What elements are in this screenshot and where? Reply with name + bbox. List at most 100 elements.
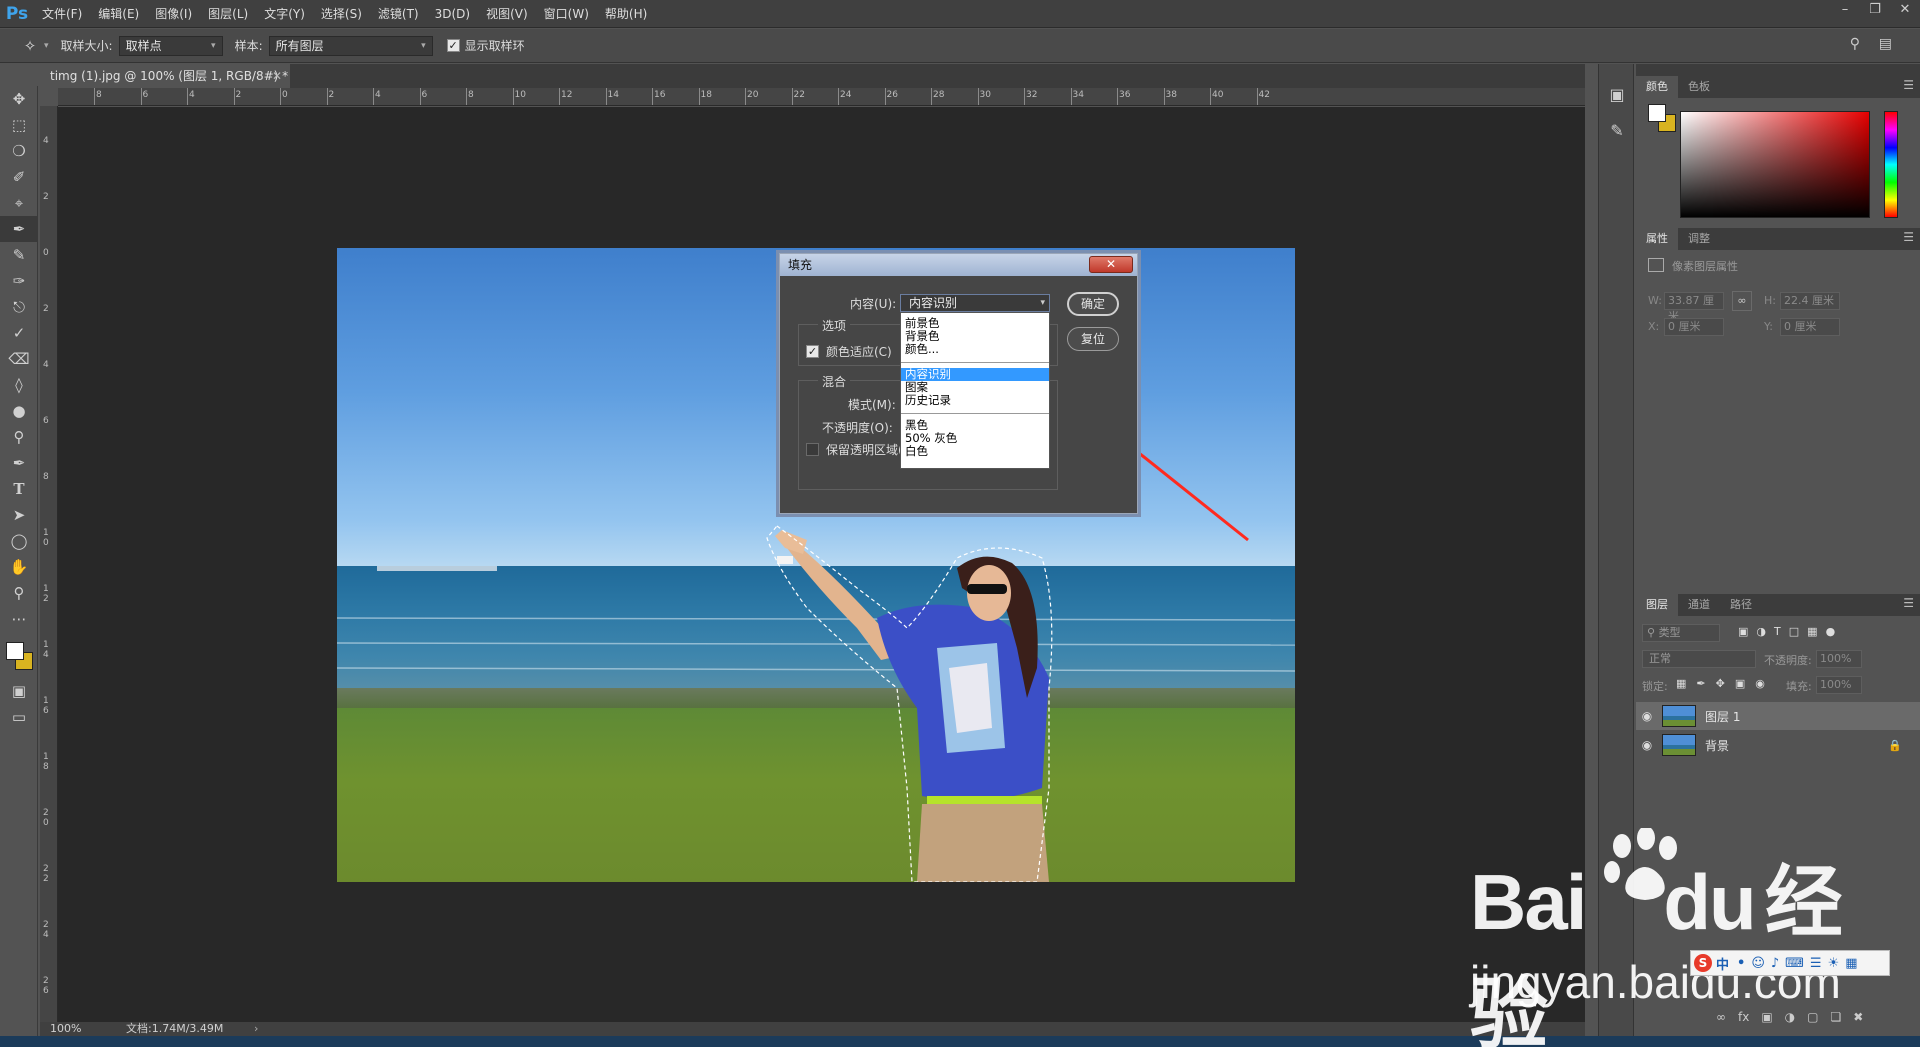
menu-item[interactable]: 图层(L) <box>200 0 256 28</box>
option-color[interactable]: 颜色... <box>901 343 1049 356</box>
panel-menu-icon[interactable]: ☰ <box>1903 596 1914 610</box>
menu-item[interactable]: 窗口(W) <box>536 0 597 28</box>
menu-item[interactable]: 选择(S) <box>313 0 370 28</box>
shape-filter-icon[interactable]: □ <box>1789 625 1799 638</box>
history-panel-icon[interactable]: ▣ <box>1599 76 1635 112</box>
lock-pixels-icon[interactable]: ✒ <box>1696 677 1705 690</box>
paint-bucket-tool-icon[interactable]: ◊ <box>0 372 38 398</box>
eyedropper-preset-icon[interactable]: ✧ <box>16 32 44 60</box>
ok-button[interactable]: 确定 <box>1067 292 1119 316</box>
width-field[interactable]: 33.87 厘米 <box>1664 292 1724 323</box>
tab-properties[interactable]: 属性 <box>1636 228 1678 250</box>
foreground-color-swatch[interactable] <box>6 642 24 660</box>
show-ring-checkbox[interactable]: ✓ <box>446 39 460 52</box>
image-filter-icon[interactable]: ▣ <box>1738 625 1748 638</box>
adjustment-filter-icon[interactable]: ◑ <box>1756 625 1766 638</box>
menu-item[interactable]: 文件(F) <box>34 0 90 28</box>
ellipse-tool-icon[interactable]: ◯ <box>0 528 38 554</box>
panel-menu-icon[interactable]: ☰ <box>1903 78 1914 92</box>
zoom-tool-icon[interactable]: ⚲ <box>0 580 38 606</box>
tab-swatches[interactable]: 色板 <box>1678 76 1720 98</box>
menu-item[interactable]: 帮助(H) <box>597 0 655 28</box>
menu-item[interactable]: 滤镜(T) <box>370 0 427 28</box>
document-tab[interactable]: timg (1).jpg @ 100% (图层 1, RGB/8#) * ✕ <box>40 64 290 88</box>
quick-select-tool-icon[interactable]: ✐ <box>0 164 38 190</box>
tool-presets-icon[interactable]: ✎ <box>1599 112 1635 148</box>
zoom-level[interactable]: 100% <box>50 1022 81 1036</box>
color-adapt-checkbox[interactable]: ✓ <box>806 345 819 358</box>
type-filter-icon[interactable]: T <box>1774 625 1781 638</box>
menu-item[interactable]: 文字(Y) <box>256 0 313 28</box>
color-panel-swatches[interactable] <box>1648 104 1678 134</box>
menu-item[interactable]: 编辑(E) <box>90 0 147 28</box>
fill-field[interactable]: 100% <box>1816 676 1862 694</box>
menu-item[interactable]: 图像(I) <box>147 0 200 28</box>
link-icon[interactable]: ∞ <box>1732 291 1752 311</box>
layer-opacity-field[interactable]: 100% <box>1816 650 1862 668</box>
search-icon[interactable]: ⚲ <box>1850 36 1860 52</box>
brush-tool-icon[interactable]: ✑ <box>0 268 38 294</box>
hand-tool-icon[interactable]: ✋ <box>0 554 38 580</box>
path-select-tool-icon[interactable]: ➤ <box>0 502 38 528</box>
dodge-tool-icon[interactable]: ⚲ <box>0 424 38 450</box>
stamp-tool-icon[interactable]: ⎋ <box>0 294 38 320</box>
dialog-close-button[interactable]: ✕ <box>1089 256 1133 273</box>
workspace-icon[interactable]: ▤ <box>1879 36 1892 52</box>
visibility-icon[interactable]: ◉ <box>1636 738 1658 752</box>
y-field[interactable]: 0 厘米 <box>1780 318 1840 336</box>
height-field[interactable]: 22.4 厘米 <box>1780 292 1840 310</box>
ime-toolbar[interactable]: S 中 •☺♪⌨☰☀▦ <box>1690 950 1890 976</box>
reset-button[interactable]: 复位 <box>1067 327 1119 351</box>
marquee-tool-icon[interactable]: ⬚ <box>0 112 38 138</box>
move-tool-icon[interactable]: ✥ <box>0 86 38 112</box>
chevron-down-icon[interactable]: ▾ <box>44 41 49 51</box>
hue-slider[interactable] <box>1884 111 1898 218</box>
layer-row[interactable]: ◉ 背景 🔒 <box>1636 731 1920 759</box>
restore-icon[interactable]: ❐ <box>1860 0 1890 22</box>
layer-row[interactable]: ◉ 图层 1 <box>1636 702 1920 730</box>
smart-object-filter-icon[interactable]: ▦ <box>1807 625 1817 638</box>
close-tab-icon[interactable]: ✕ <box>272 64 282 88</box>
foreground-color-swatch[interactable] <box>1648 104 1666 122</box>
content-select[interactable]: 内容识别 ▾ <box>900 294 1050 312</box>
layer-filter-select[interactable]: ⚲ 类型 <box>1642 624 1720 642</box>
tab-adjustments[interactable]: 调整 <box>1678 228 1720 250</box>
filter-toggle-icon[interactable]: ● <box>1826 625 1836 638</box>
screen-mode-icon[interactable]: ▭ <box>0 704 38 730</box>
lock-transparent-icon[interactable]: ▦ <box>1676 677 1686 690</box>
close-window-icon[interactable]: ✕ <box>1890 0 1920 22</box>
panel-menu-icon[interactable]: ☰ <box>1903 230 1914 244</box>
eyedropper-tool-icon[interactable]: ✒ <box>0 216 38 242</box>
sample-select[interactable]: 所有图层 ▾ <box>268 35 433 56</box>
ime-tool-icons[interactable]: •☺♪⌨☰☀▦ <box>1737 956 1864 971</box>
tab-color[interactable]: 颜色 <box>1636 76 1678 98</box>
lasso-tool-icon[interactable]: ❍ <box>0 138 38 164</box>
canvas-area[interactable] <box>58 107 1585 1022</box>
quick-mask-icon[interactable]: ▣ <box>0 678 38 704</box>
tab-paths[interactable]: 路径 <box>1720 594 1762 616</box>
lock-artboard-icon[interactable]: ▣ <box>1735 677 1745 690</box>
option-history[interactable]: 历史记录 <box>901 394 1049 407</box>
color-swatches[interactable] <box>0 632 38 678</box>
tab-channels[interactable]: 通道 <box>1678 594 1720 616</box>
preserve-transparency-checkbox[interactable] <box>806 443 819 456</box>
ime-mode[interactable]: 中 <box>1716 954 1729 973</box>
sample-size-select[interactable]: 取样点 ▾ <box>118 35 223 56</box>
menu-item[interactable]: 视图(V) <box>478 0 536 28</box>
lock-position-icon[interactable]: ✥ <box>1716 677 1725 690</box>
visibility-icon[interactable]: ◉ <box>1636 709 1658 723</box>
menu-item[interactable]: 3D(D) <box>427 0 478 28</box>
history-brush-tool-icon[interactable]: ✓ <box>0 320 38 346</box>
tab-layers[interactable]: 图层 <box>1636 594 1678 616</box>
blend-mode-select[interactable]: 正常 <box>1642 650 1756 668</box>
color-spectrum[interactable] <box>1680 111 1870 218</box>
chevron-right-icon[interactable]: › <box>254 1022 258 1036</box>
crop-tool-icon[interactable]: ⌖ <box>0 190 38 216</box>
minimize-icon[interactable]: – <box>1830 0 1860 22</box>
option-white[interactable]: 白色 <box>901 445 1049 458</box>
more-tools-icon[interactable]: ⋯ <box>0 606 38 632</box>
healing-brush-tool-icon[interactable]: ✎ <box>0 242 38 268</box>
blur-tool-icon[interactable]: ● <box>0 398 38 424</box>
eraser-tool-icon[interactable]: ⌫ <box>0 346 38 372</box>
type-tool-icon[interactable]: T <box>0 476 38 502</box>
